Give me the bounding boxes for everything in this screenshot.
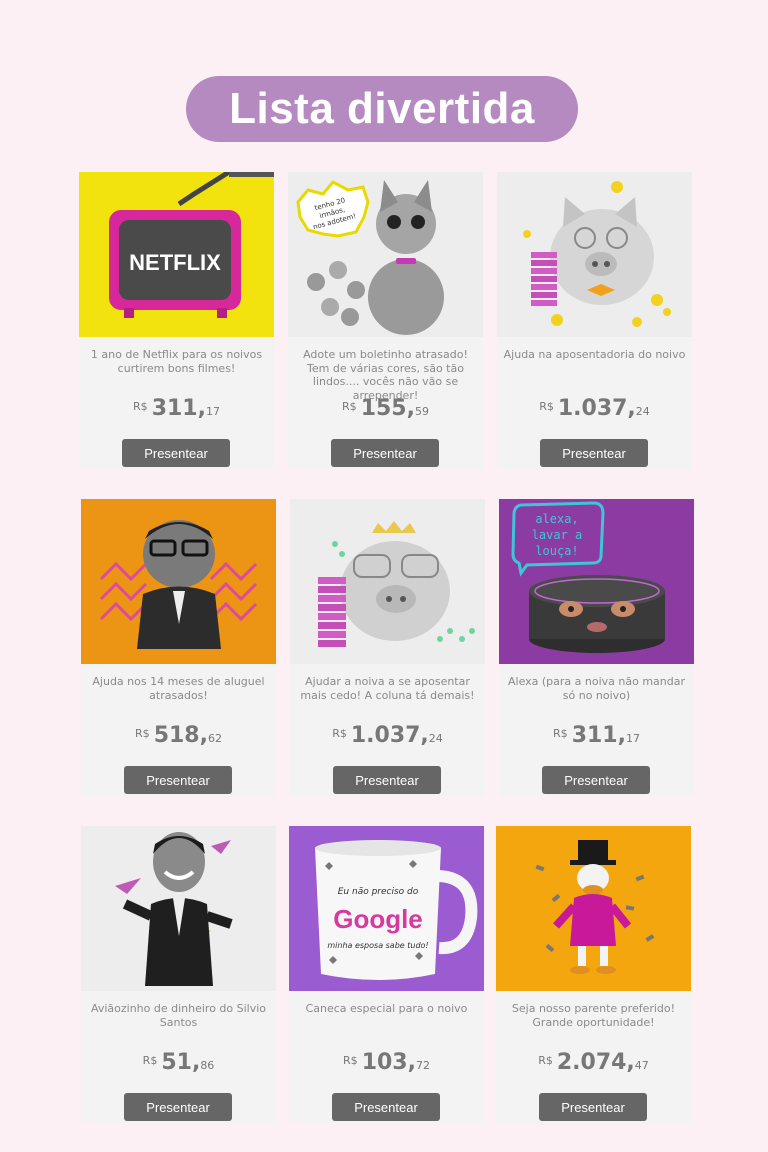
product-price: R$ 51,86 xyxy=(142,1050,215,1075)
alexa-speaker-image: alexa, lavar a louça! xyxy=(499,499,694,664)
svg-text:alexa,: alexa, xyxy=(535,512,578,526)
product-card-tio-patinhas: Seja nosso parente preferido! Grande opo… xyxy=(496,826,691,1124)
svg-text:minha esposa sabe tudo!: minha esposa sabe tudo! xyxy=(327,941,428,950)
product-description: Aviãozinho de dinheiro do Silvio Santos xyxy=(90,1002,267,1029)
google-mug-image: Eu não preciso do Google minha esposa sa… xyxy=(289,826,484,991)
product-description: Alexa (para a noiva não mandar só no noi… xyxy=(507,675,686,702)
presentear-button[interactable]: Presentear xyxy=(124,1093,232,1121)
product-card-netflix: NETFLIX 1 ano de Netflix para os noivos … xyxy=(79,172,274,470)
presentear-button[interactable]: Presentear xyxy=(122,439,230,467)
presentear-button[interactable]: Presentear xyxy=(124,766,232,794)
svg-text:lavar a: lavar a xyxy=(532,528,583,542)
product-price: R$ 518,62 xyxy=(135,723,222,748)
product-description: Seja nosso parente preferido! Grande opo… xyxy=(511,1002,676,1029)
product-card-piggy-bank-noiva: Ajudar a noiva a se aposentar mais cedo!… xyxy=(290,499,485,797)
page-title: Lista divertida xyxy=(229,84,535,133)
page-title-banner: Lista divertida xyxy=(186,76,578,142)
svg-text:louça!: louça! xyxy=(535,544,578,558)
presentear-button[interactable]: Presentear xyxy=(540,439,648,467)
presentear-button[interactable]: Presentear xyxy=(333,766,441,794)
product-description: Ajuda nos 14 meses de aluguel atrasados! xyxy=(92,675,265,702)
man-in-suit-image xyxy=(81,499,276,664)
scrooge-mcduck-image xyxy=(496,826,691,991)
piggy-bank-tiara-image xyxy=(290,499,485,664)
piggy-bank-bowtie-image xyxy=(497,172,692,337)
product-card-caneca: Eu não preciso do Google minha esposa sa… xyxy=(289,826,484,1124)
netflix-logo-text: NETFLIX xyxy=(129,250,221,275)
presentear-button[interactable]: Presentear xyxy=(331,439,439,467)
product-card-silvio-santos: Aviãozinho de dinheiro do Silvio Santos … xyxy=(81,826,276,1124)
product-card-piggy-bank-noivo: Ajuda na aposentadoria do noivo R$ 1.037,… xyxy=(497,172,692,470)
product-card-alexa: alexa, lavar a louça! Alexa (para a noiv… xyxy=(499,499,694,797)
product-card-aluguel: Ajuda nos 14 meses de aluguel atrasados!… xyxy=(81,499,276,797)
product-card-kittens: tenho 20 irmãos, nos adotem! Adote um bo… xyxy=(288,172,483,470)
product-description: Caneca especial para o noivo xyxy=(305,1002,468,1015)
silvio-santos-image xyxy=(81,826,276,991)
presentear-button[interactable]: Presentear xyxy=(332,1093,440,1121)
netflix-tv-image: NETFLIX xyxy=(79,172,274,337)
product-price: R$ 155,59 xyxy=(342,396,429,421)
product-price: R$ 2.074,47 xyxy=(538,1050,649,1075)
kittens-image: tenho 20 irmãos, nos adotem! xyxy=(288,172,483,337)
product-price: R$ 311,17 xyxy=(133,396,220,421)
product-price: R$ 1.037,24 xyxy=(539,396,650,421)
presentear-button[interactable]: Presentear xyxy=(539,1093,647,1121)
product-description: Ajuda na aposentadoria do noivo xyxy=(503,348,686,361)
svg-text:Google: Google xyxy=(333,904,423,934)
product-price: R$ 311,17 xyxy=(553,723,640,748)
svg-text:Eu não preciso do: Eu não preciso do xyxy=(338,887,419,897)
product-price: R$ 1.037,24 xyxy=(332,723,443,748)
product-description: 1 ano de Netflix para os noivos curtirem… xyxy=(90,348,263,375)
product-description: Adote um boletinho atrasado! Tem de vári… xyxy=(303,348,468,402)
presentear-button[interactable]: Presentear xyxy=(542,766,650,794)
product-description: Ajudar a noiva a se aposentar mais cedo!… xyxy=(300,675,475,702)
product-price: R$ 103,72 xyxy=(343,1050,430,1075)
